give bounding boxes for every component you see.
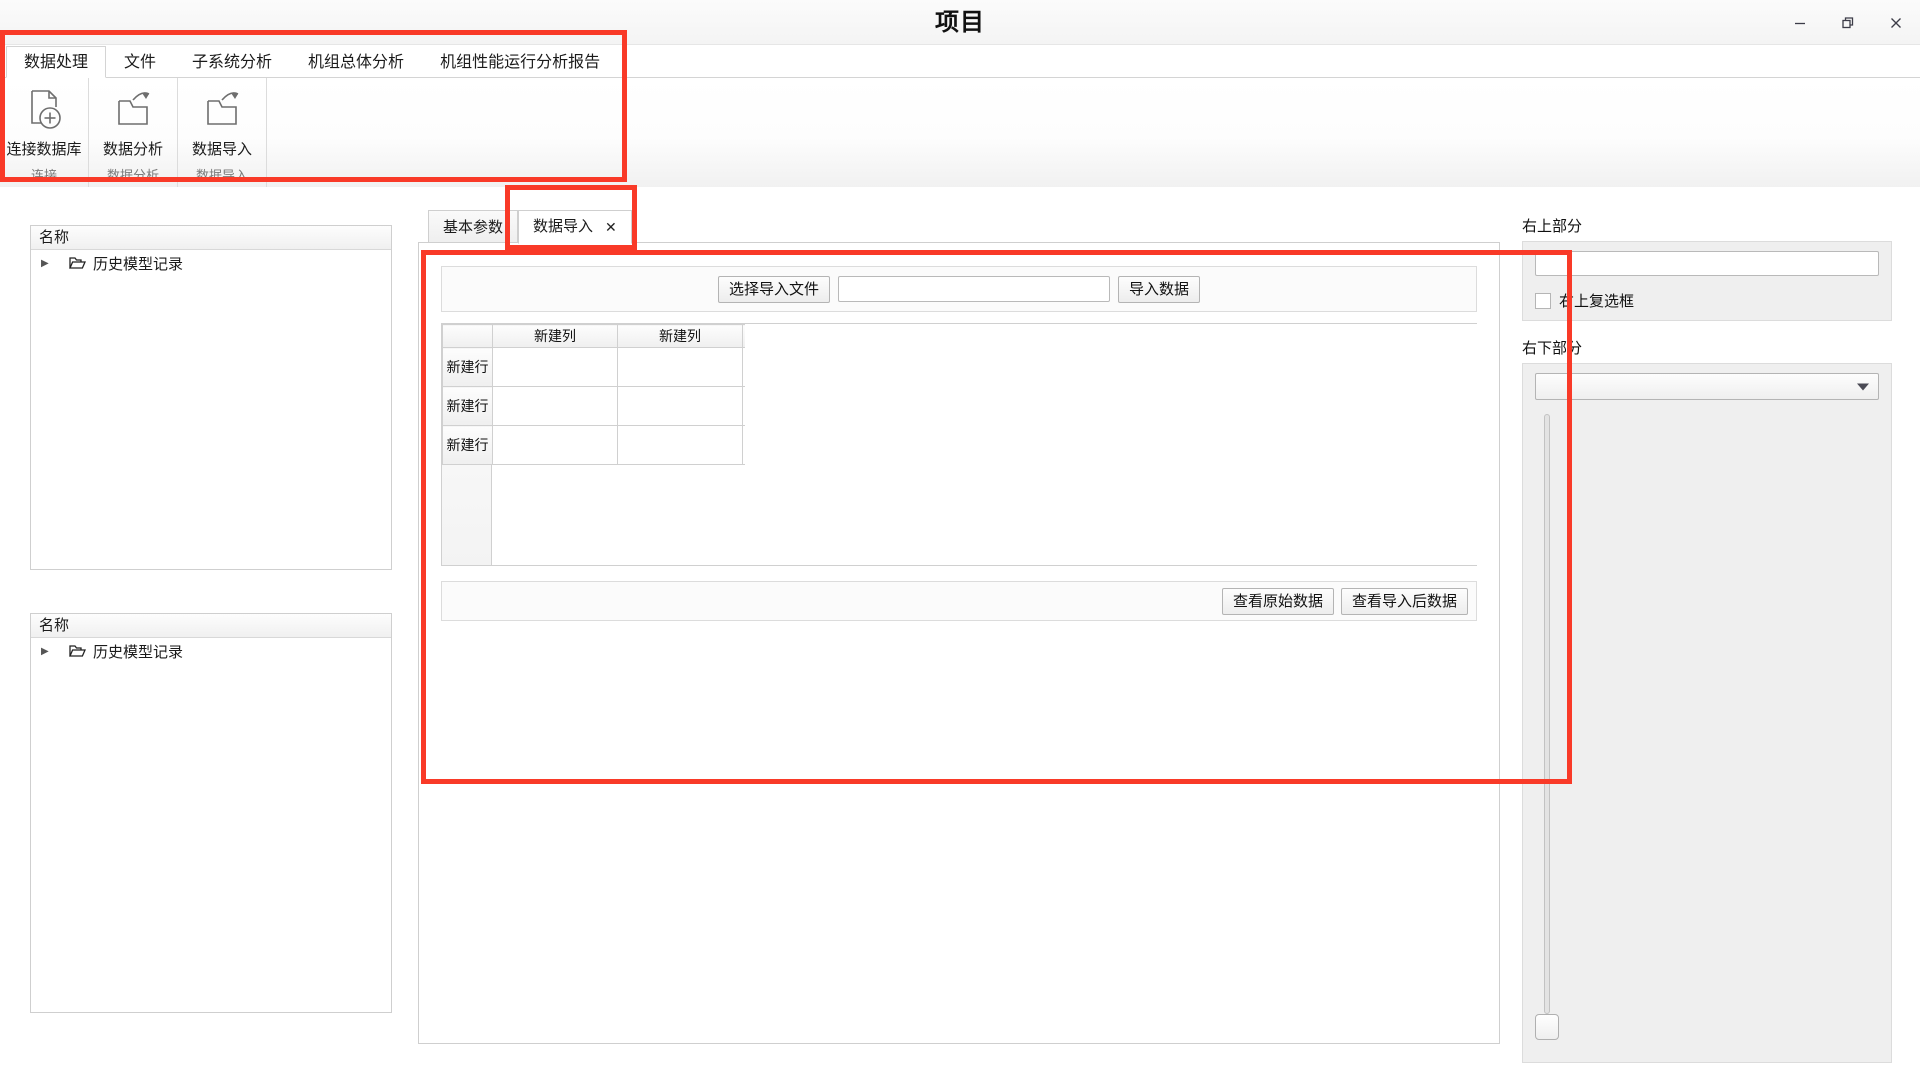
tab-data-import[interactable]: 数据导入 ✕ xyxy=(518,210,632,244)
tab-label: 基本参数 xyxy=(443,218,504,236)
data-import-panel: 选择导入文件 导入数据 新建列 新建列 新建行 新建行 新建行 查看原始数据 查… xyxy=(418,242,1500,1044)
tree-item-history-model-record[interactable]: ▶ 历史模型记录 xyxy=(31,638,391,664)
ribbon-button-data-analysis[interactable]: 数据分析 xyxy=(89,78,177,159)
grid-cell[interactable] xyxy=(492,425,618,465)
tree-panel-top: 名称 ▶ 历史模型记录 xyxy=(30,225,392,570)
title-bar: 项目 xyxy=(0,0,1920,45)
right-bottom-panel xyxy=(1522,363,1892,1063)
tree-item-label: 历史模型记录 xyxy=(93,255,184,273)
ribbon-group-data-analysis: 数据分析 数据分析 xyxy=(89,78,178,187)
chevron-right-icon[interactable]: ▶ xyxy=(41,258,49,269)
document-add-icon xyxy=(22,86,66,134)
grid-row-header[interactable]: 新建行 xyxy=(442,386,493,426)
grid-header-row: 新建列 新建列 xyxy=(442,324,745,348)
data-grid[interactable]: 新建列 新建列 新建行 新建行 新建行 xyxy=(441,323,1477,566)
close-icon[interactable] xyxy=(1872,0,1920,45)
checkbox-icon[interactable] xyxy=(1535,292,1551,309)
right-top-checkbox-row[interactable]: 右上复选框 xyxy=(1535,290,1879,311)
window-controls xyxy=(1776,0,1920,45)
tree-body: ▶ 历史模型记录 xyxy=(31,638,391,664)
ribbon-tab-strip: 数据处理 文件 子系统分析 机组总体分析 机组性能运行分析报告 xyxy=(0,45,1920,78)
ribbon-button-data-import[interactable]: 数据导入 xyxy=(178,78,266,159)
grid-cell[interactable] xyxy=(492,347,618,387)
ribbon-group-label: 数据导入 xyxy=(195,168,248,183)
view-raw-data-button[interactable]: 查看原始数据 xyxy=(1221,587,1334,615)
grid-cell-filler xyxy=(742,425,745,465)
import-data-button[interactable]: 导入数据 xyxy=(1118,275,1201,303)
right-top-checkbox-label: 右上复选框 xyxy=(1559,293,1635,310)
import-file-path-input[interactable] xyxy=(838,276,1110,302)
grid-row-header[interactable]: 新建行 xyxy=(442,425,493,465)
ribbon-group-label: 连接 xyxy=(30,168,57,183)
grid-corner-cell[interactable] xyxy=(442,324,493,348)
chevron-right-icon[interactable]: ▶ xyxy=(41,646,49,657)
grid-column-header[interactable]: 新建列 xyxy=(617,324,743,348)
ribbon-tab-subsystem-analysis[interactable]: 子系统分析 xyxy=(174,46,290,78)
grid-cell-filler xyxy=(742,347,745,387)
grid-cell[interactable] xyxy=(617,386,743,426)
ribbon-group-connection: 连接数据库 连接 xyxy=(0,78,89,187)
tree-item-history-model-record[interactable]: ▶ 历史模型记录 xyxy=(31,250,391,276)
ribbon-button-label: 数据导入 xyxy=(191,141,252,158)
right-bottom-vertical-slider[interactable] xyxy=(1535,414,1559,1046)
table-row[interactable]: 新建行 xyxy=(442,386,745,426)
document-tab-strip: 基本参数 数据导入 ✕ xyxy=(418,205,1500,244)
ribbon-tab-unit-performance-report[interactable]: 机组性能运行分析报告 xyxy=(422,46,618,78)
right-top-section-label: 右上部分 xyxy=(1522,218,1583,235)
tab-label: 数据导入 xyxy=(533,218,594,235)
close-icon[interactable]: ✕ xyxy=(605,210,617,244)
ribbon-group-data-import: 数据导入 数据导入 xyxy=(178,78,267,187)
tree-body: ▶ 历史模型记录 xyxy=(31,250,391,276)
ribbon-tab-file[interactable]: 文件 xyxy=(106,46,174,78)
ribbon-body: 连接数据库 连接 数据分析 数据分析 数据导入 数据导入 xyxy=(0,78,1920,187)
minimize-icon[interactable] xyxy=(1776,0,1824,45)
tree-header-name: 名称 xyxy=(31,614,391,638)
window-title: 项目 xyxy=(935,9,985,36)
table-row[interactable]: 新建行 xyxy=(442,425,745,465)
slider-thumb[interactable] xyxy=(1535,1014,1559,1040)
tree-panel-bottom: 名称 ▶ 历史模型记录 xyxy=(30,613,392,1013)
ribbon-tab-data-processing[interactable]: 数据处理 xyxy=(6,46,107,78)
folder-export-icon xyxy=(200,86,244,134)
import-toolbar: 选择导入文件 导入数据 xyxy=(441,266,1477,312)
slider-track[interactable] xyxy=(1544,414,1550,1014)
ribbon: 数据处理 文件 子系统分析 机组总体分析 机组性能运行分析报告 连接数据库 连接… xyxy=(0,45,1920,187)
tab-basic-parameters[interactable]: 基本参数 xyxy=(428,210,519,244)
restore-icon[interactable] xyxy=(1824,0,1872,45)
folder-open-icon xyxy=(69,256,86,270)
ribbon-empty-area xyxy=(267,78,1920,187)
right-column: 右上部分 右上复选框 右下部分 xyxy=(1522,215,1892,1063)
grid-cell[interactable] xyxy=(617,425,743,465)
grid-column-filler xyxy=(742,324,745,348)
grid-cell[interactable] xyxy=(492,386,618,426)
ribbon-button-label: 连接数据库 xyxy=(6,141,82,158)
grid-row-header[interactable]: 新建行 xyxy=(442,347,493,387)
right-top-input[interactable] xyxy=(1535,251,1879,276)
grid-cell[interactable] xyxy=(617,347,743,387)
grid-footer-toolbar: 查看原始数据 查看导入后数据 xyxy=(441,581,1477,621)
folder-export-icon xyxy=(111,86,155,134)
choose-import-file-button[interactable]: 选择导入文件 xyxy=(717,275,830,303)
ribbon-tab-unit-overall-analysis[interactable]: 机组总体分析 xyxy=(290,46,422,78)
tree-header-name: 名称 xyxy=(31,226,391,250)
view-imported-data-button[interactable]: 查看导入后数据 xyxy=(1340,587,1468,615)
folder-open-icon xyxy=(69,644,86,658)
application-window: 项目 数据处理 文件 子系统分析 机组总体分析 机组性能运行分析报告 连接数据库… xyxy=(0,0,1920,1080)
ribbon-button-label: 数据分析 xyxy=(102,141,163,158)
right-bottom-section-label: 右下部分 xyxy=(1522,340,1583,357)
right-top-panel: 右上复选框 xyxy=(1522,241,1892,321)
grid-column-header[interactable]: 新建列 xyxy=(492,324,618,348)
chevron-down-icon[interactable] xyxy=(1857,383,1869,390)
tree-item-label: 历史模型记录 xyxy=(93,643,184,661)
right-bottom-combobox[interactable] xyxy=(1535,373,1879,400)
center-column: 基本参数 数据导入 ✕ 选择导入文件 导入数据 新建列 新建列 新建行 新建行 … xyxy=(418,205,1500,1044)
ribbon-group-label: 数据分析 xyxy=(106,168,159,183)
left-column: 名称 ▶ 历史模型记录 名称 ▶ 历史模型记录 xyxy=(30,225,392,1013)
ribbon-button-connect-database[interactable]: 连接数据库 xyxy=(0,78,88,159)
grid-cell-filler xyxy=(742,386,745,426)
table-row[interactable]: 新建行 xyxy=(442,347,745,387)
